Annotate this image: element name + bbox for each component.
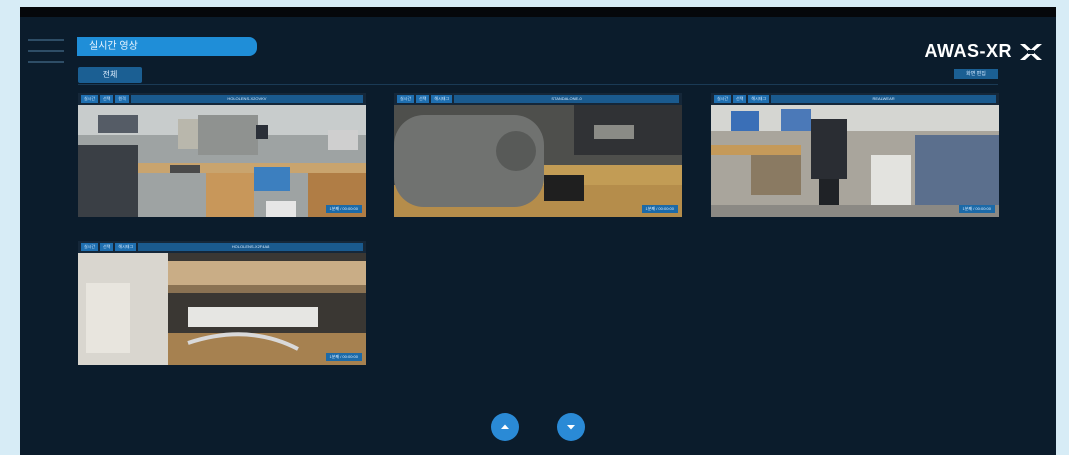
window-top-bar: [20, 7, 1056, 17]
device-name: REALWEAR: [771, 95, 996, 103]
chevron-up-icon: [501, 424, 509, 429]
camera-tile[interactable]: 실시간 선택 원격 HOLOLENS-X2OVKV 1분째 / 00:00:00: [78, 93, 366, 217]
select-chip[interactable]: 선택: [100, 95, 114, 103]
camera-timestamp: 1분째 / 00:00:00: [325, 353, 362, 361]
camera-feed: [78, 105, 366, 217]
edit-screen-button[interactable]: 화면 편집: [954, 69, 998, 79]
menu-icon[interactable]: [28, 39, 64, 65]
divider: [78, 84, 998, 85]
camera-toolbar: 실시간 선택 해시태그 STANDALONE-0: [394, 93, 682, 105]
camera-toolbar: 실시간 선택 해시태그 REALWEAR: [711, 93, 999, 105]
camera-feed: [78, 253, 366, 365]
page-up-button[interactable]: [491, 413, 519, 441]
tag-chip[interactable]: 해시태그: [115, 243, 137, 251]
camera-feed: [711, 105, 999, 217]
camera-feed: [394, 105, 682, 217]
camera-tile[interactable]: 실시간 선택 해시태그 STANDALONE-0 1분째 / 00:00:00: [394, 93, 682, 217]
camera-timestamp: 1분째 / 00:00:00: [325, 205, 362, 213]
device-name: HOLOLENS-X2OVKV: [130, 95, 363, 103]
brand-name: AWAS-XR: [924, 41, 1012, 61]
select-chip[interactable]: 선택: [733, 95, 747, 103]
brand-logo-icon: [1020, 43, 1042, 60]
live-chip[interactable]: 실시간: [714, 95, 732, 103]
live-chip[interactable]: 실시간: [81, 95, 99, 103]
app-window: 실시간 영상 전체 AWAS-XR 화면 편집 실시간 선택 원격 HOLOLE…: [20, 17, 1056, 455]
camera-toolbar: 실시간 선택 원격 HOLOLENS-X2OVKV: [78, 93, 366, 105]
filter-all-button[interactable]: 전체: [78, 67, 142, 83]
device-name: STANDALONE-0: [454, 95, 679, 103]
pager: [20, 413, 1056, 441]
page-title: 실시간 영상: [77, 37, 257, 56]
device-name: HOLOLENS-X2F4A8: [138, 243, 363, 251]
camera-timestamp: 1분째 / 00:00:00: [958, 205, 995, 213]
camera-tile[interactable]: 실시간 선택 해시태그 REALWEAR 1분째 / 00:00:00: [711, 93, 999, 217]
select-chip[interactable]: 선택: [100, 243, 114, 251]
select-chip[interactable]: 선택: [416, 95, 430, 103]
camera-tile[interactable]: 실시간 선택 해시태그 HOLOLENS-X2F4A8 1분째 / 00:00:…: [78, 241, 366, 365]
chevron-down-icon: [567, 425, 575, 430]
tag-chip[interactable]: 원격: [115, 95, 129, 103]
live-chip[interactable]: 실시간: [397, 95, 415, 103]
brand: AWAS-XR: [924, 41, 1044, 62]
camera-toolbar: 실시간 선택 해시태그 HOLOLENS-X2F4A8: [78, 241, 366, 253]
page-down-button[interactable]: [557, 413, 585, 441]
live-chip[interactable]: 실시간: [81, 243, 99, 251]
camera-timestamp: 1분째 / 00:00:00: [641, 205, 678, 213]
tag-chip[interactable]: 해시태그: [431, 95, 453, 103]
tag-chip[interactable]: 해시태그: [748, 95, 770, 103]
